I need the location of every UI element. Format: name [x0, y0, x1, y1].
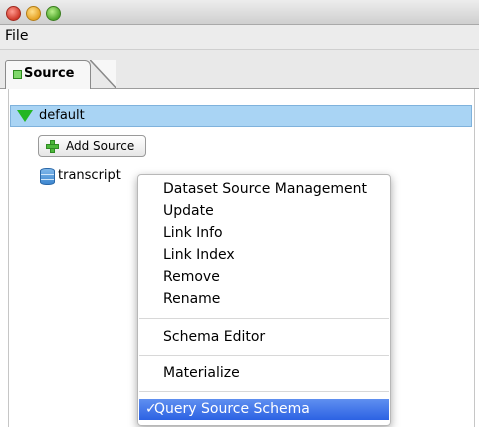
tab-source[interactable]: Source — [5, 60, 116, 89]
menubar: File — [0, 25, 479, 50]
tree-item-label: transcript — [58, 168, 121, 183]
zoom-window-button[interactable] — [46, 6, 61, 21]
source-tab-icon — [13, 70, 22, 79]
tab-strip: Source — [0, 50, 479, 89]
add-source-button[interactable]: Add Source — [38, 135, 146, 157]
plus-icon — [46, 140, 59, 153]
tab-source-label: Source — [24, 66, 75, 81]
menu-item-link-index[interactable]: Link Index — [163, 247, 235, 263]
menu-file[interactable]: File — [5, 28, 28, 44]
menu-separator — [139, 355, 389, 356]
tab-ear — [90, 60, 116, 88]
menu-separator — [139, 391, 389, 392]
menu-item-rename[interactable]: Rename — [163, 291, 220, 307]
database-icon — [40, 168, 55, 185]
menu-item-schema-editor[interactable]: Schema Editor — [163, 329, 265, 345]
expand-triangle-icon[interactable] — [17, 110, 33, 122]
menu-item-label: Query Source Schema — [154, 401, 310, 417]
menu-separator — [139, 318, 389, 319]
menu-item-dataset-source-management[interactable]: Dataset Source Management — [163, 181, 367, 197]
window-titlebar — [0, 0, 479, 25]
close-window-button[interactable] — [6, 6, 21, 21]
menu-item-update[interactable]: Update — [163, 203, 214, 219]
menu-item-query-source-schema[interactable]: ✓ Query Source Schema — [139, 399, 389, 420]
minimize-window-button[interactable] — [26, 6, 41, 21]
menu-item-remove[interactable]: Remove — [163, 269, 220, 285]
menu-item-materialize[interactable]: Materialize — [163, 365, 240, 381]
tree-root-label: default — [39, 108, 85, 123]
context-menu: Dataset Source Management Update Link In… — [137, 174, 391, 426]
add-source-label: Add Source — [66, 139, 135, 153]
menu-item-link-info[interactable]: Link Info — [163, 225, 223, 241]
tree-root-default[interactable]: default — [10, 105, 472, 127]
